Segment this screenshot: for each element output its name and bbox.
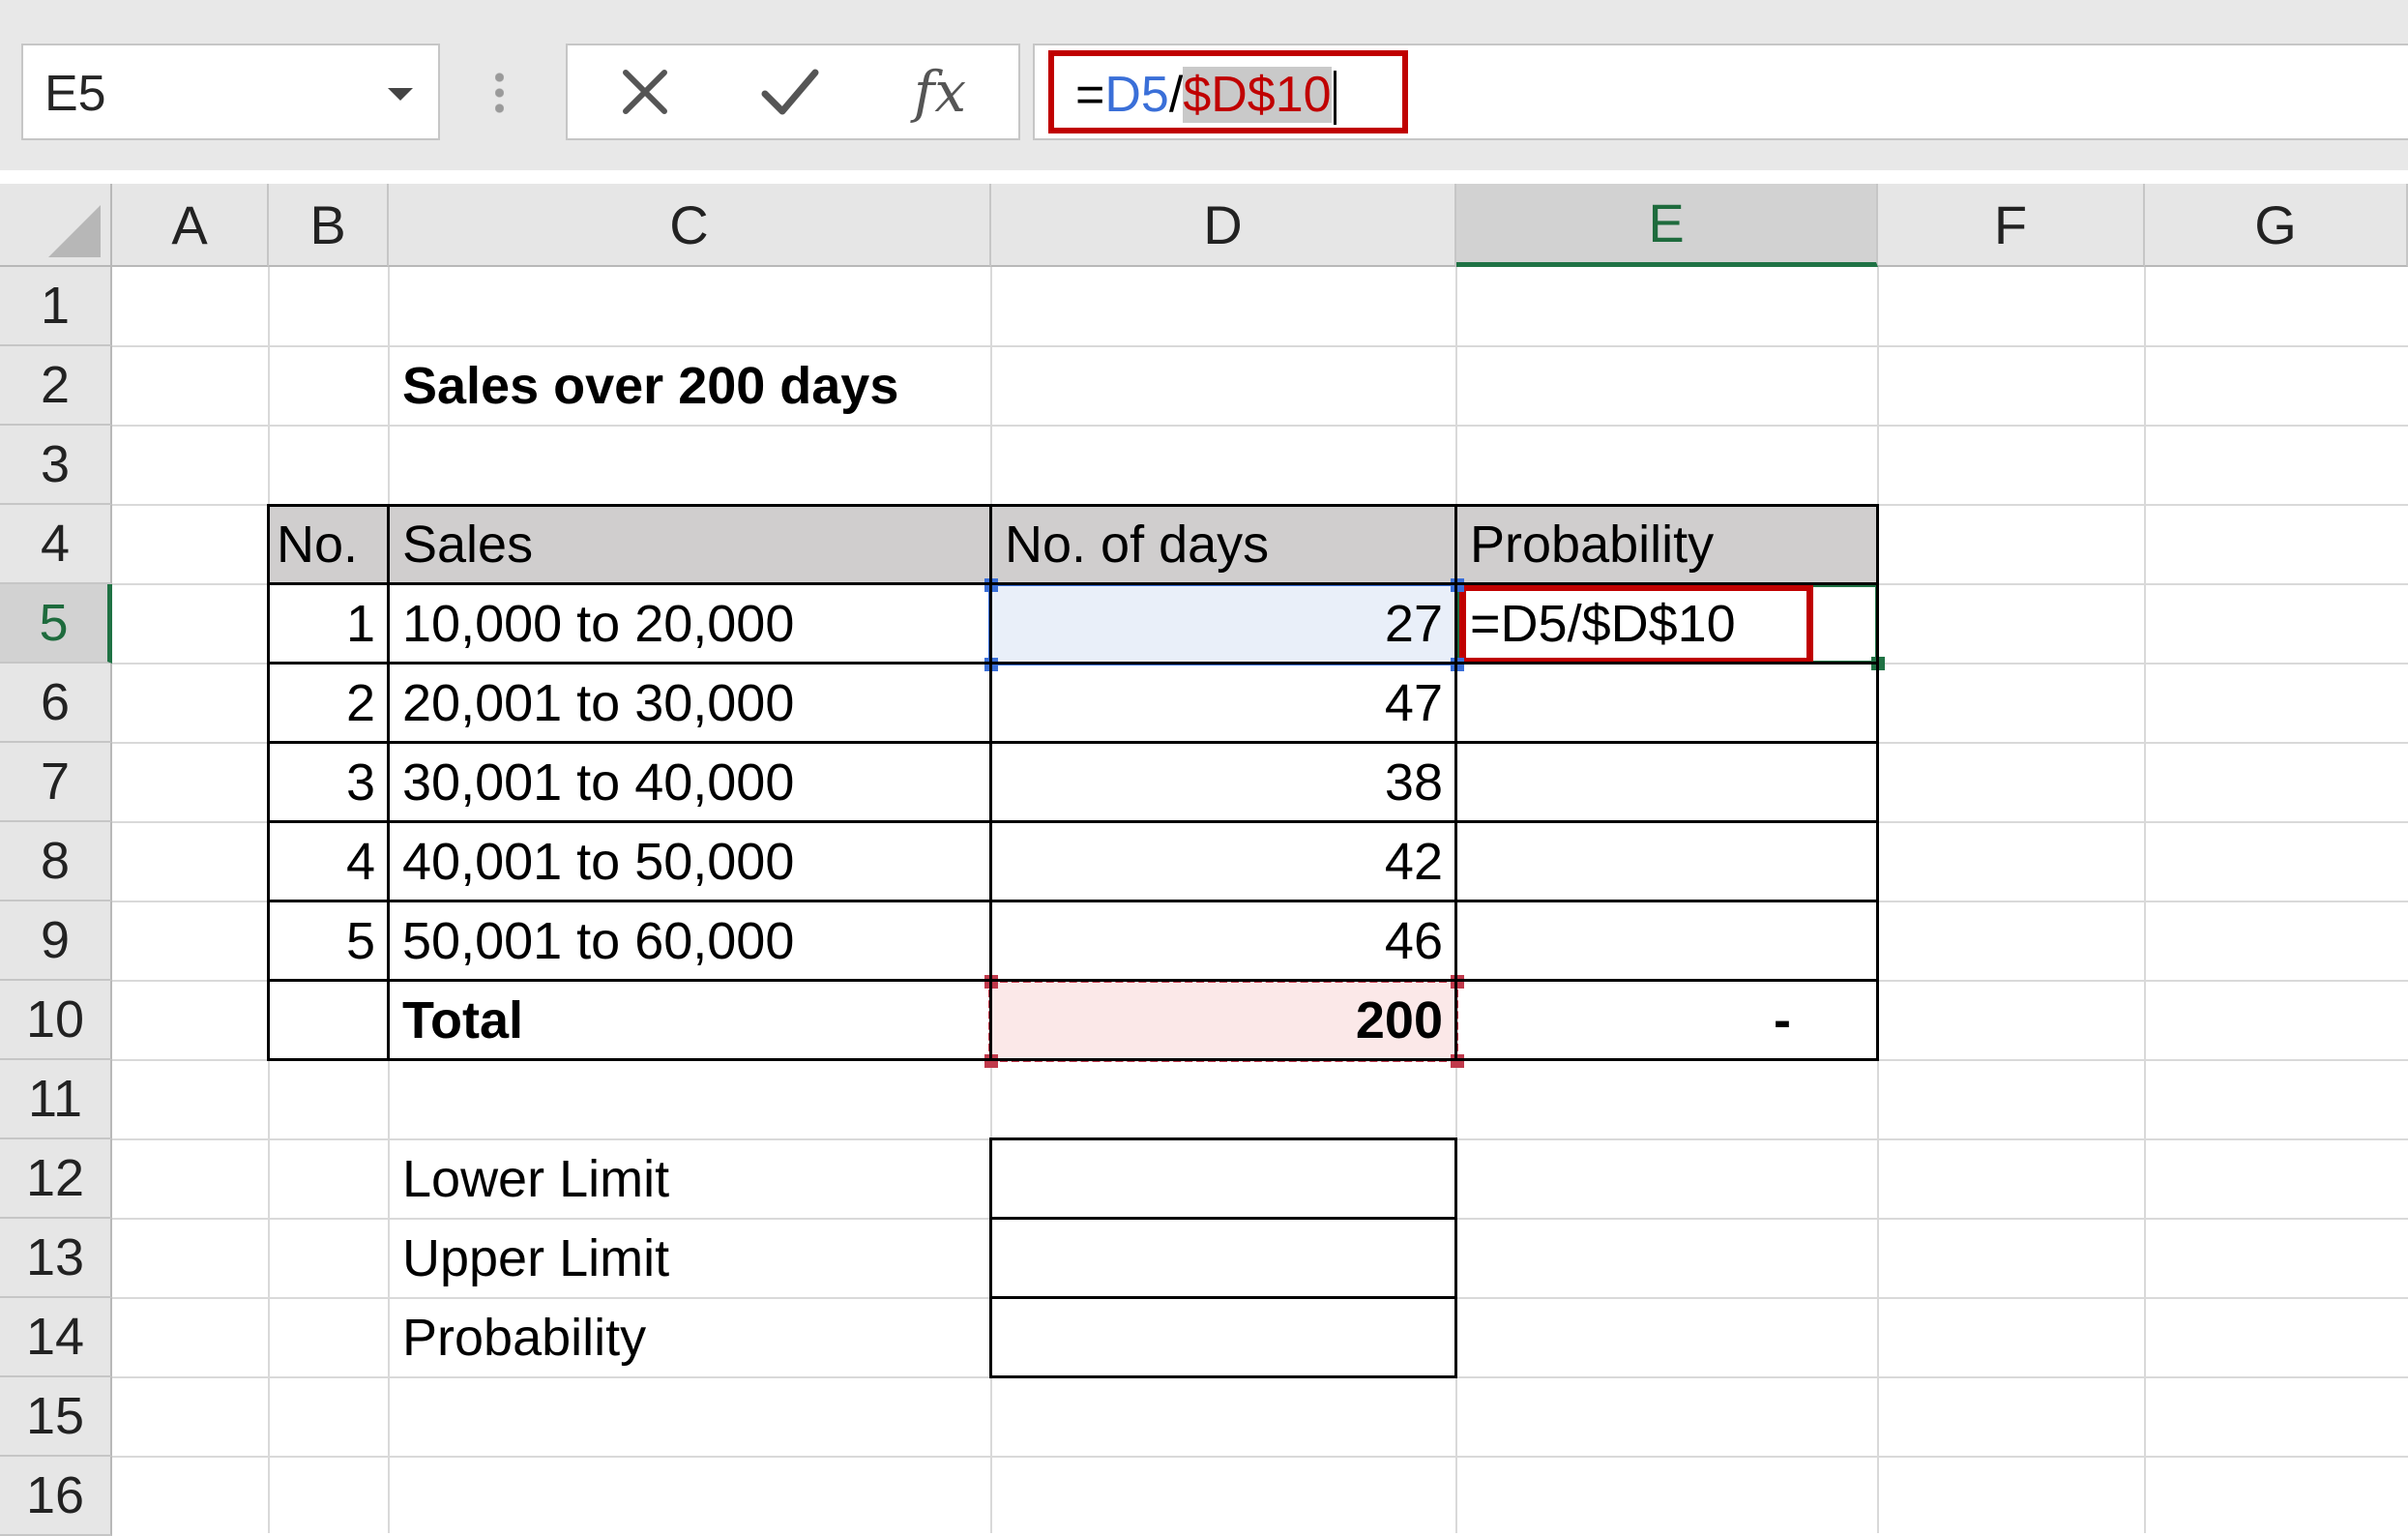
total-days[interactable]: 200 [991, 981, 1456, 1060]
table-cell-no[interactable]: 3 [269, 743, 389, 822]
limits-border [989, 1296, 1457, 1299]
row-header-4[interactable]: 4 [0, 505, 112, 584]
row-header-5[interactable]: 5 [0, 584, 112, 664]
worksheet-grid: A B C D E F G 1 2 3 4 5 6 7 8 9 10 11 12… [0, 170, 2408, 1536]
row-header-11[interactable]: 11 [0, 1060, 112, 1139]
column-header-e[interactable]: E [1456, 184, 1878, 267]
table-border [268, 979, 1879, 982]
table-border [268, 582, 1879, 585]
table-cell-no[interactable]: 4 [269, 822, 389, 901]
chevron-down-icon[interactable] [388, 88, 413, 101]
row-header-9[interactable]: 9 [0, 901, 112, 981]
gridline [112, 1456, 2408, 1458]
row-header-6[interactable]: 6 [0, 664, 112, 743]
total-label[interactable]: Total [389, 981, 991, 1060]
formula-bar-area: E5 fx =D5/$D$10 [0, 0, 2408, 170]
row-header-15[interactable]: 15 [0, 1377, 112, 1457]
checkmark-icon[interactable] [742, 45, 838, 138]
header-days[interactable]: No. of days [991, 505, 1456, 584]
ref-handle[interactable] [1451, 975, 1464, 989]
formula-prefix: = [1075, 67, 1105, 123]
insert-function-fx-icon[interactable]: fx [892, 45, 988, 138]
text-caret [1333, 71, 1336, 126]
column-header-c[interactable]: C [389, 184, 991, 267]
table-border [268, 820, 1879, 823]
row-header-2[interactable]: 2 [0, 346, 112, 426]
cancel-x-icon[interactable] [597, 45, 693, 138]
table-border [268, 900, 1879, 902]
formula-slash: / [1168, 67, 1184, 123]
header-no[interactable]: No. [269, 505, 389, 584]
table-cell-sales[interactable]: 40,001 to 50,000 [389, 822, 991, 901]
name-box-value: E5 [44, 66, 106, 122]
table-border [1454, 504, 1457, 1061]
formula-text[interactable]: =D5/$D$10 [1075, 64, 1336, 126]
total-probability[interactable]: - [1456, 981, 1878, 1060]
table-cell-no[interactable]: 2 [269, 664, 389, 743]
ref-handle[interactable] [1451, 578, 1464, 592]
grip-handle-icon[interactable] [495, 70, 504, 116]
limits-border [1454, 1137, 1457, 1378]
select-all-corner[interactable] [0, 184, 112, 267]
column-header-b[interactable]: B [269, 184, 389, 267]
table-cell-days[interactable]: 42 [991, 822, 1456, 901]
formula-ref-relative: D5 [1104, 67, 1169, 123]
row-header-10[interactable]: 10 [0, 981, 112, 1060]
probability-cell[interactable] [991, 1298, 1456, 1377]
upper-limit-label[interactable]: Upper Limit [389, 1219, 991, 1298]
table-cell-no[interactable]: 1 [269, 584, 389, 664]
row-header-1[interactable]: 1 [0, 267, 112, 346]
row-header-7[interactable]: 7 [0, 743, 112, 822]
table-border [267, 504, 270, 1061]
limits-border [989, 1375, 1457, 1378]
row-header-8[interactable]: 8 [0, 822, 112, 901]
row-header-16[interactable]: 16 [0, 1457, 112, 1536]
table-cell-sales[interactable]: 20,001 to 30,000 [389, 664, 991, 743]
active-cell-e5[interactable]: =D5/$D$10 [1456, 584, 1878, 664]
sheet-title[interactable]: Sales over 200 days [389, 346, 912, 426]
upper-limit-cell[interactable] [991, 1219, 1456, 1298]
ref-handle[interactable] [1451, 658, 1464, 671]
table-cell-no[interactable]: 5 [269, 901, 389, 981]
name-box[interactable]: E5 [21, 44, 440, 140]
table-cell-days[interactable]: 47 [991, 664, 1456, 743]
limits-border [989, 1137, 992, 1378]
table-border [989, 504, 992, 1061]
table-border [1876, 504, 1879, 1061]
column-header-f[interactable]: F [1878, 184, 2145, 267]
probability-label[interactable]: Probability [389, 1298, 991, 1377]
row-header-14[interactable]: 14 [0, 1298, 112, 1377]
table-border [268, 504, 1879, 507]
row-header-12[interactable]: 12 [0, 1139, 112, 1219]
header-sales[interactable]: Sales [389, 505, 991, 584]
row-header-13[interactable]: 13 [0, 1219, 112, 1298]
table-cell-days[interactable]: 46 [991, 901, 1456, 981]
formula-buttons: fx [566, 44, 1020, 140]
table-border [268, 1058, 1879, 1061]
table-cell-days[interactable]: 27 [991, 584, 1456, 664]
header-probability[interactable]: Probability [1456, 505, 1878, 584]
column-header-d[interactable]: D [991, 184, 1456, 267]
lower-limit-cell[interactable] [991, 1139, 1456, 1219]
table-cell-sales[interactable]: 50,001 to 60,000 [389, 901, 991, 981]
lower-limit-label[interactable]: Lower Limit [389, 1139, 991, 1219]
table-cell-sales[interactable]: 10,000 to 20,000 [389, 584, 991, 664]
table-border [387, 504, 390, 1061]
column-header-a[interactable]: A [112, 184, 269, 267]
table-border [268, 741, 1879, 744]
table-cell-sales[interactable]: 30,001 to 40,000 [389, 743, 991, 822]
column-header-g[interactable]: G [2145, 184, 2408, 267]
limits-border [989, 1137, 1457, 1140]
table-border [268, 662, 1879, 665]
row-header-3[interactable]: 3 [0, 426, 112, 505]
limits-border [989, 1217, 1457, 1220]
ref-handle[interactable] [1451, 1054, 1464, 1068]
table-cell-days[interactable]: 38 [991, 743, 1456, 822]
select-all-triangle-icon [48, 205, 101, 257]
formula-ref-absolute: $D$10 [1183, 67, 1332, 123]
